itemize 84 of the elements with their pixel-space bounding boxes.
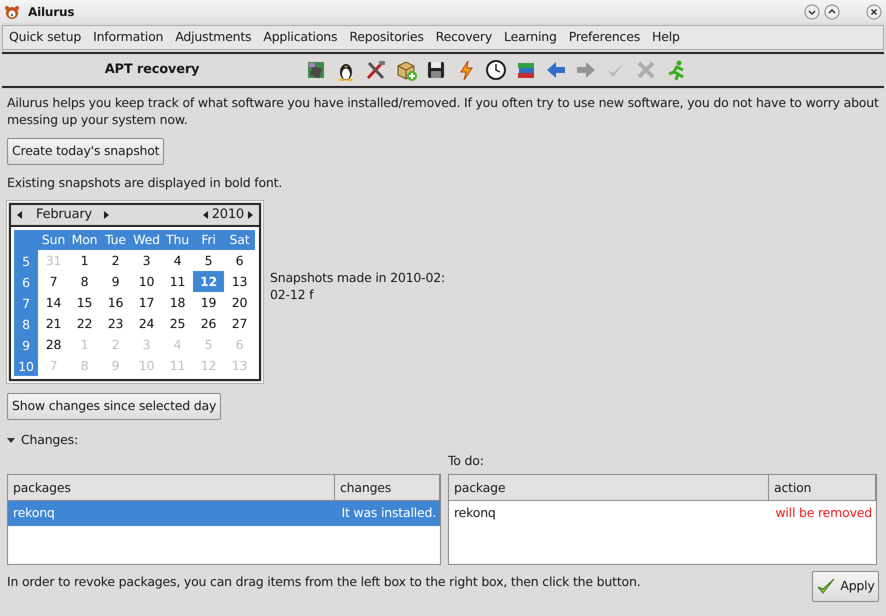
calendar-day[interactable]: 9 [100,270,131,292]
calendar-day[interactable]: 1 [69,250,100,271]
calendar-day[interactable]: 2 [100,250,131,271]
prev-year-icon[interactable] [202,210,208,219]
snapshot-entry[interactable]: 02-12 f [270,286,445,303]
column-header[interactable]: package [449,474,769,500]
month-label: February [36,206,94,224]
changes-expander[interactable]: Changes: [7,430,78,450]
menu-item[interactable]: Preferences [564,28,646,47]
window-title: Ailurus [28,4,74,20]
next-month-icon[interactable] [104,210,109,219]
package-add-icon[interactable] [395,59,417,81]
week-number: 9 [14,334,38,355]
calendar-day[interactable]: 12 [193,270,224,292]
create-snapshot-button[interactable]: Create today's snapshot [7,138,164,165]
calendar-day[interactable]: 21 [38,312,69,334]
column-header[interactable]: packages [8,474,335,500]
calendar-day[interactable]: 16 [100,292,131,313]
hint-text: In order to revoke packages, you can drag items from the left box to the right box, then click the button. [7,572,640,591]
calendar-day[interactable]: 23 [100,312,131,334]
calendar-day[interactable]: 19 [193,292,224,313]
back-arrow-icon[interactable] [545,59,567,81]
apply-button[interactable]: Apply [812,570,879,602]
calendar-day[interactable]: 6 [224,250,255,271]
calendar-day[interactable]: 14 [38,292,69,313]
menu-item[interactable]: Information [88,28,168,47]
calendar-day[interactable]: 26 [193,312,224,334]
weekday-label: Fri [193,230,224,250]
menu-item[interactable]: Help [647,28,685,47]
calendar-day[interactable]: 28 [38,334,69,355]
week-number: 7 [14,292,38,313]
weekday-label: Mon [69,230,100,250]
calendar-day[interactable]: 27 [224,312,255,334]
next-year-icon[interactable] [248,210,253,219]
week-number: 10 [14,354,38,376]
animal-face-icon [4,4,20,20]
minimize-icon[interactable] [804,4,820,20]
weekday-label: Sun [38,230,69,250]
calendar-day[interactable]: 25 [162,312,193,334]
calendar-day[interactable]: 5 [193,250,224,271]
show-changes-button[interactable]: Show changes since selected day [7,392,222,420]
year-label: 2010 [212,206,244,224]
tools-icon[interactable] [365,59,387,81]
menu-item[interactable]: Quick setup [4,28,86,47]
page-title: APT recovery [104,61,200,80]
calendar-day[interactable]: 4 [162,250,193,271]
maximize-icon[interactable] [824,4,840,20]
clock-icon[interactable] [485,59,507,81]
menu-item[interactable]: Learning [499,28,562,47]
prev-month-icon[interactable] [17,210,22,219]
calendar-day[interactable]: 13 [224,270,255,292]
calendar-day[interactable]: 3 [131,250,162,271]
todo-label: To do: [448,452,485,470]
week-number: 5 [14,250,38,271]
check-icon [816,577,836,595]
week-number: 6 [14,270,38,292]
calendar-day[interactable]: 10 [131,270,162,292]
calendar-day[interactable]: 17 [131,292,162,313]
table-row[interactable]: rekonq will be removed [449,500,876,526]
weekday-label: Thu [162,230,193,250]
calendar-day[interactable]: 24 [131,312,162,334]
snapshots-heading: Snapshots made in 2010-02: [270,268,445,286]
snapshot-note: Existing snapshots are displayed in bold font. [7,174,282,192]
calendar-day[interactable]: 15 [69,292,100,313]
calendar-day[interactable]: 7 [38,270,69,292]
weekday-label: Sat [224,230,255,250]
menu-item[interactable]: Repositories [344,28,429,47]
expander-arrow-icon [7,436,15,444]
week-number: 8 [14,312,38,334]
menu-item[interactable]: Recovery [430,28,498,47]
menu-item[interactable]: Adjustments [170,28,256,47]
menu-item[interactable]: Applications [258,28,342,47]
calendar-day[interactable]: 20 [224,292,255,313]
intro-text: Ailurus helps you keep track of what software you have installed/removed. If you often try to use new software, you do not have to worry about messing up your system now. [7,94,879,128]
weekday-label: Tue [100,230,131,250]
column-header[interactable]: action [769,474,876,500]
weekday-label: Wed [131,230,162,250]
calendar-day[interactable]: 8 [69,270,100,292]
calendar-day[interactable]: 11 [162,270,193,292]
calendar-day[interactable]: 18 [162,292,193,313]
close-icon[interactable] [866,4,882,20]
table-row[interactable]: rekonq It was installed. [8,500,440,526]
calendar-day[interactable]: 22 [69,312,100,334]
column-header[interactable]: changes [335,474,440,500]
